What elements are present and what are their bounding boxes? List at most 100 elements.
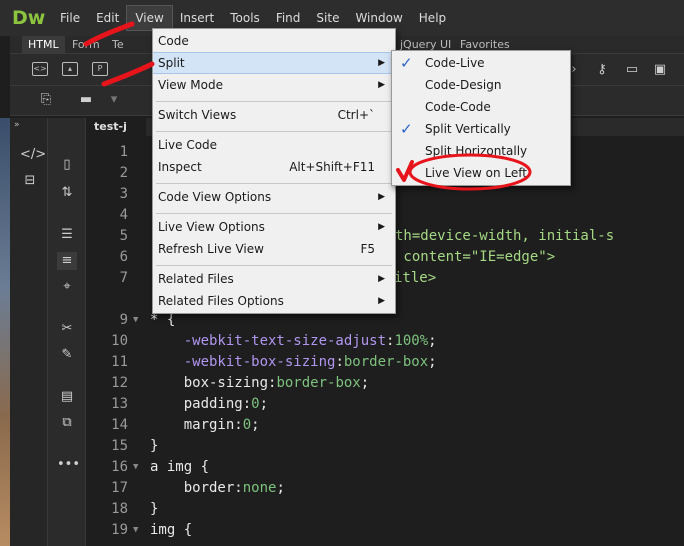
view-menu-item-code-view-options[interactable]: Code View Options ▶ <box>153 186 395 208</box>
more-icon[interactable]: ••• <box>57 456 80 474</box>
tab-form[interactable]: Form <box>66 36 106 54</box>
menu-item-label: Code <box>158 34 189 48</box>
view-menu-item-switch-views[interactable]: Switch Views Ctrl+` <box>153 104 395 126</box>
menu-site[interactable]: Site <box>308 6 347 30</box>
code-token: } <box>150 501 159 517</box>
menu-shortcut: Alt+Shift+F11 <box>289 160 375 174</box>
line-number: 1 <box>119 144 128 160</box>
target-icon[interactable]: ⌖ <box>57 278 77 296</box>
view-menu-item-split[interactable]: Split ▶ <box>153 52 395 74</box>
view-menu-item-code[interactable]: Code <box>153 30 395 52</box>
menu-item-label: Live Code <box>158 138 218 152</box>
menu-window[interactable]: Window <box>347 6 410 30</box>
menu-edit[interactable]: Edit <box>88 6 127 30</box>
history-icon[interactable]: ⧉ <box>57 414 77 432</box>
split-item-live-view-on-left[interactable]: Live View on Left <box>392 162 570 184</box>
tab-text[interactable]: Te <box>106 36 130 54</box>
code-token: ; <box>276 480 285 496</box>
submenu-item-label: Live View on Left <box>425 166 527 180</box>
code-token: ; <box>360 375 370 391</box>
menu-shortcut: Ctrl+` <box>337 108 375 122</box>
code-icon[interactable]: </> <box>20 146 46 164</box>
line-number: 12 <box>111 375 128 391</box>
menu-item-label: View Mode <box>158 78 223 92</box>
code-content: -webkit-box-sizing:border-box; <box>150 352 437 373</box>
menu-item-label: Inspect <box>158 160 202 174</box>
new-file-icon[interactable]: ⎘ <box>38 92 54 108</box>
submenu-arrow-icon: ▶ <box>378 80 385 90</box>
submenu-arrow-icon: ▶ <box>378 274 385 284</box>
split-submenu: ✓ Code-Live Code-Design Code-Code ✓ Split Ver… <box>391 50 571 186</box>
monitor-icon[interactable]: ▣ <box>652 62 668 78</box>
save-icon[interactable]: ▾ <box>106 92 122 108</box>
code-token: padding: <box>150 396 252 412</box>
line-number: 19 <box>111 522 128 538</box>
expand-panels-icon[interactable]: » <box>14 120 20 130</box>
menu-find[interactable]: Find <box>268 6 309 30</box>
code-token: -webkit-text-size-adjust <box>183 333 387 349</box>
desktop-background <box>0 118 10 546</box>
split-item-split-vertically[interactable]: ✓ Split Vertically <box>392 118 570 140</box>
document-icon[interactable]: ▯ <box>57 156 77 174</box>
document-tab[interactable]: test-j <box>86 118 146 136</box>
line-number: 16 <box>111 459 128 475</box>
menu-insert[interactable]: Insert <box>172 6 222 30</box>
indent-icon[interactable]: ≡ <box>57 252 77 270</box>
dom-tree-icon[interactable]: ⊟ <box>20 172 40 190</box>
split-item-split-horizontally[interactable]: Split Horizontally <box>392 140 570 162</box>
line-number: 5 <box>119 228 128 244</box>
view-menu-item-related-files-options[interactable]: Related Files Options ▶ <box>153 290 395 312</box>
menu-tools[interactable]: Tools <box>222 6 268 30</box>
menu-item-label: Split <box>158 56 185 70</box>
code-token: ; <box>428 354 437 370</box>
line-number: 11 <box>111 354 128 370</box>
line-number: 7 <box>119 270 128 286</box>
view-menu-item-live-view-options[interactable]: Live View Options ▶ <box>153 216 395 238</box>
menu-item-label: Related Files <box>158 272 234 286</box>
view-menu-item-live-code[interactable]: Live Code <box>153 134 395 156</box>
left-panel: » </> ⊟ <box>10 118 48 546</box>
key-icon[interactable]: ⚷ <box>594 62 610 78</box>
div-icon[interactable]: <> <box>32 62 48 76</box>
fold-toggle-icon[interactable]: ▼ <box>133 520 138 541</box>
file-list-icon[interactable]: ☰ <box>57 226 77 244</box>
submenu-arrow-icon: ▶ <box>378 222 385 232</box>
paragraph-icon[interactable]: P <box>92 62 108 76</box>
view-menu-item-view-mode[interactable]: View Mode ▶ <box>153 74 395 96</box>
image-icon[interactable]: ▴ <box>62 62 78 76</box>
split-item-code-live[interactable]: ✓ Code-Live <box>392 52 570 74</box>
code-token: * { <box>150 312 176 328</box>
sort-icon[interactable]: ⇅ <box>57 184 77 202</box>
scissors-icon[interactable]: ✂ <box>57 320 77 338</box>
line-number: 15 <box>111 438 128 454</box>
line-number: 9 <box>119 312 128 328</box>
menu-view[interactable]: View <box>126 5 173 31</box>
line-number: 10 <box>111 333 128 349</box>
code-token: margin: <box>150 417 243 433</box>
menu-separator <box>156 183 392 184</box>
comment-box-icon[interactable]: ▤ <box>57 388 77 406</box>
fold-toggle-icon[interactable]: ▼ <box>133 310 138 331</box>
comment-icon[interactable]: ▭ <box>624 62 640 78</box>
view-menu-item-refresh-live-view[interactable]: Refresh Live View F5 <box>153 238 395 260</box>
code-token: none <box>242 480 277 496</box>
code-token: ; <box>251 417 260 433</box>
code-content: } <box>150 499 158 520</box>
split-item-code-code[interactable]: Code-Code <box>392 96 570 118</box>
code-token: border: <box>150 480 243 496</box>
split-item-code-design[interactable]: Code-Design <box>392 74 570 96</box>
fold-toggle-icon[interactable]: ▼ <box>133 457 138 478</box>
menu-separator <box>156 265 392 266</box>
menu-help[interactable]: Help <box>411 6 454 30</box>
open-folder-icon[interactable]: ▬ <box>78 92 94 108</box>
brush-icon[interactable]: ✎ <box>57 346 77 364</box>
menu-separator <box>156 213 392 214</box>
view-menu-item-inspect[interactable]: Inspect Alt+Shift+F11 <box>153 156 395 178</box>
view-menu-item-related-files[interactable]: Related Files ▶ <box>153 268 395 290</box>
code-token: border-box <box>276 375 361 391</box>
code-token: 100% <box>394 333 429 349</box>
tab-html[interactable]: HTML <box>22 36 65 54</box>
menu-file[interactable]: File <box>52 6 88 30</box>
